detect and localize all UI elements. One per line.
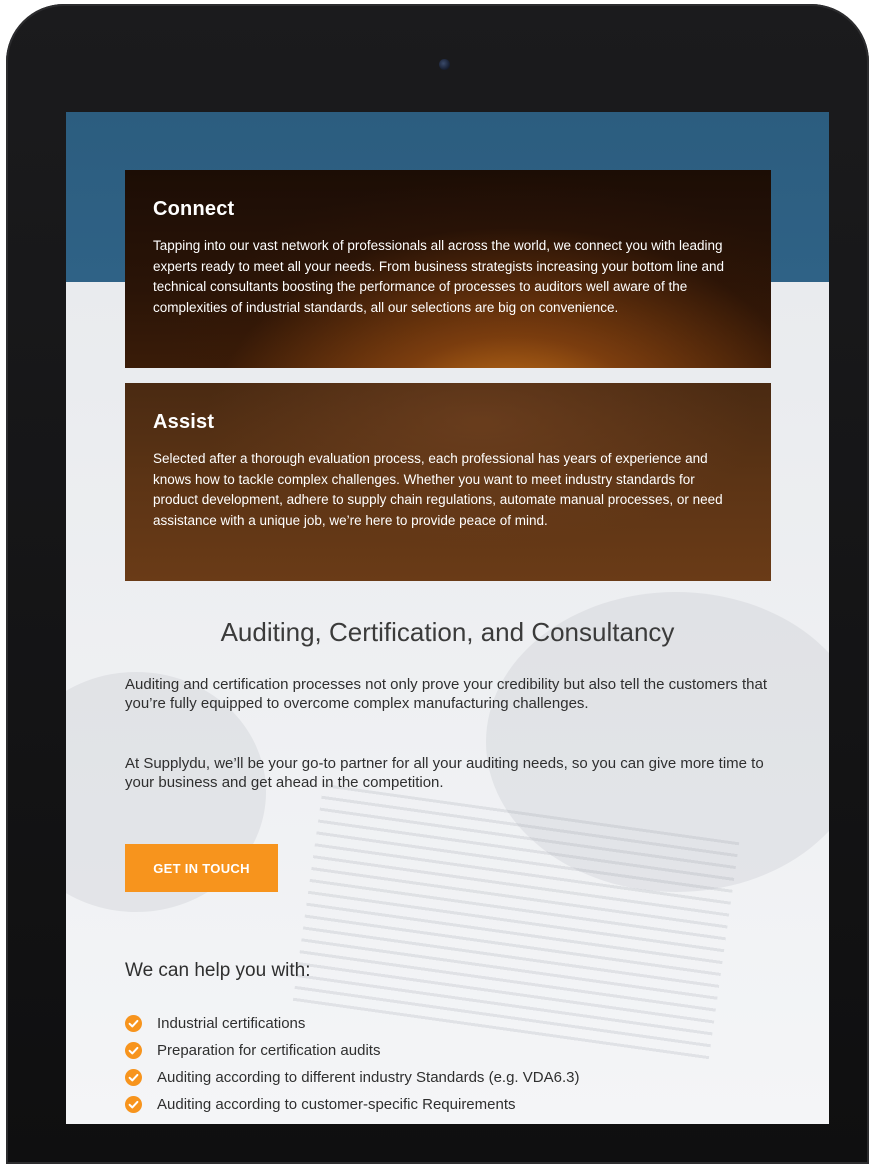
check-circle-icon [125, 1042, 142, 1059]
assist-card: Assist Selected after a thorough evaluat… [125, 383, 771, 581]
list-item-label: Industrial certifications [157, 1015, 306, 1032]
camera-icon [439, 59, 450, 70]
get-in-touch-button[interactable]: GET IN TOUCH [125, 844, 278, 892]
check-circle-icon [125, 1015, 142, 1032]
list-item-label: Auditing according to customer-specific … [157, 1096, 516, 1113]
connect-card-text: Tapping into our vast network of profess… [153, 238, 725, 315]
assist-card-title: Assist [153, 411, 215, 433]
list-item-label: Preparation for certification audits [157, 1042, 381, 1059]
help-list: Industrial certifications Preparation fo… [125, 1010, 579, 1118]
connect-card: Connect Tapping into our vast network of… [125, 170, 771, 368]
list-item: Auditing according to customer-specific … [125, 1091, 579, 1118]
section-paragraph: Auditing and certification processes not… [125, 676, 767, 712]
list-item-label: Auditing according to different industry… [157, 1069, 580, 1086]
section-title: Auditing, Certification, and Consultancy [220, 617, 675, 647]
connect-card-title: Connect [153, 198, 235, 220]
section-paragraph: At Supplydu, we’ll be your go-to partner… [125, 755, 764, 791]
list-item: Preparation for certification audits [125, 1037, 579, 1064]
tablet-frame: Connect Tapping into our vast network of… [6, 4, 869, 1164]
list-item: Industrial certifications [125, 1010, 579, 1037]
check-circle-icon [125, 1069, 142, 1086]
assist-card-text: Selected after a thorough evaluation pro… [153, 451, 723, 528]
help-heading: We can help you with: [125, 960, 311, 981]
screen: Connect Tapping into our vast network of… [66, 112, 829, 1124]
check-circle-icon [125, 1096, 142, 1113]
list-item: Auditing according to different industry… [125, 1064, 579, 1091]
